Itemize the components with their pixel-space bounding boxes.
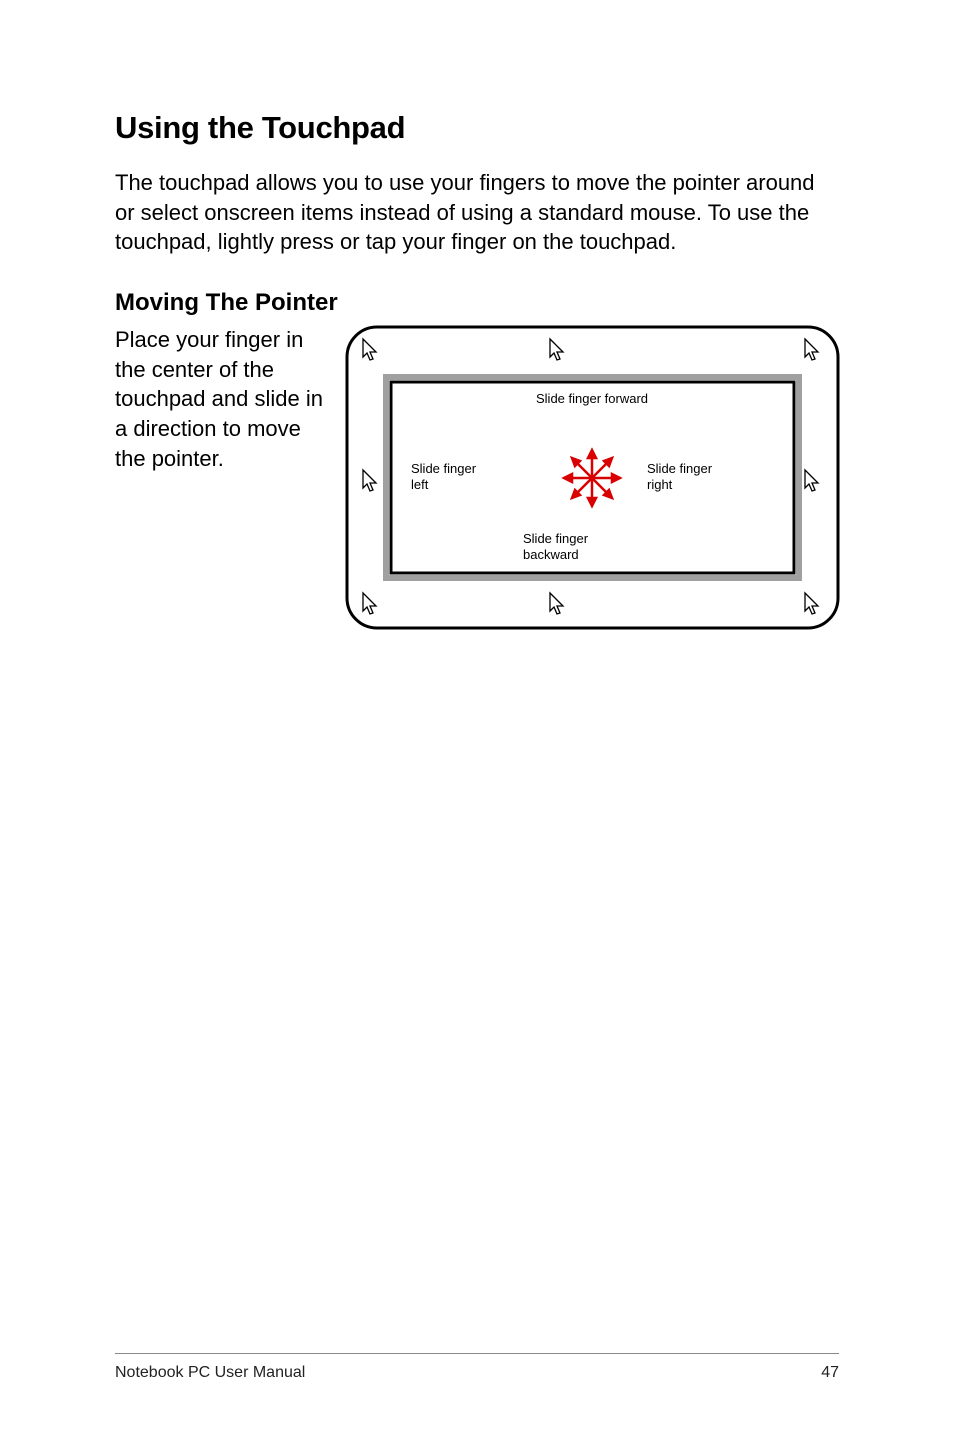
touchpad-diagram: Slide finger forward Slide finger left S…: [345, 325, 840, 630]
diagram-label-forward: Slide finger forward: [536, 391, 648, 406]
side-paragraph: Place your finger in the center of the t…: [115, 325, 335, 630]
diagram-label-right-line2: right: [647, 477, 673, 492]
page-footer: Notebook PC User Manual 47: [115, 1353, 839, 1382]
section-subtitle: Moving The Pointer: [115, 289, 839, 317]
diagram-label-backward-line1: Slide finger: [523, 531, 589, 546]
footer-page-number: 47: [821, 1364, 839, 1382]
diagram-label-left-line1: Slide finger: [411, 461, 477, 476]
intro-paragraph: The touchpad allows you to use your fing…: [115, 168, 839, 257]
footer-divider: [115, 1353, 839, 1354]
direction-asterisk-icon: [564, 450, 620, 506]
footer-left: Notebook PC User Manual: [115, 1364, 305, 1382]
diagram-label-right-line1: Slide finger: [647, 461, 713, 476]
diagram-label-left-line2: left: [411, 477, 429, 492]
diagram-label-backward-line2: backward: [523, 547, 579, 562]
page: Using the Touchpad The touchpad allows y…: [0, 0, 954, 1438]
footer-row: Notebook PC User Manual 47: [115, 1364, 839, 1382]
content-row: Place your finger in the center of the t…: [115, 325, 839, 630]
page-title: Using the Touchpad: [115, 110, 839, 146]
